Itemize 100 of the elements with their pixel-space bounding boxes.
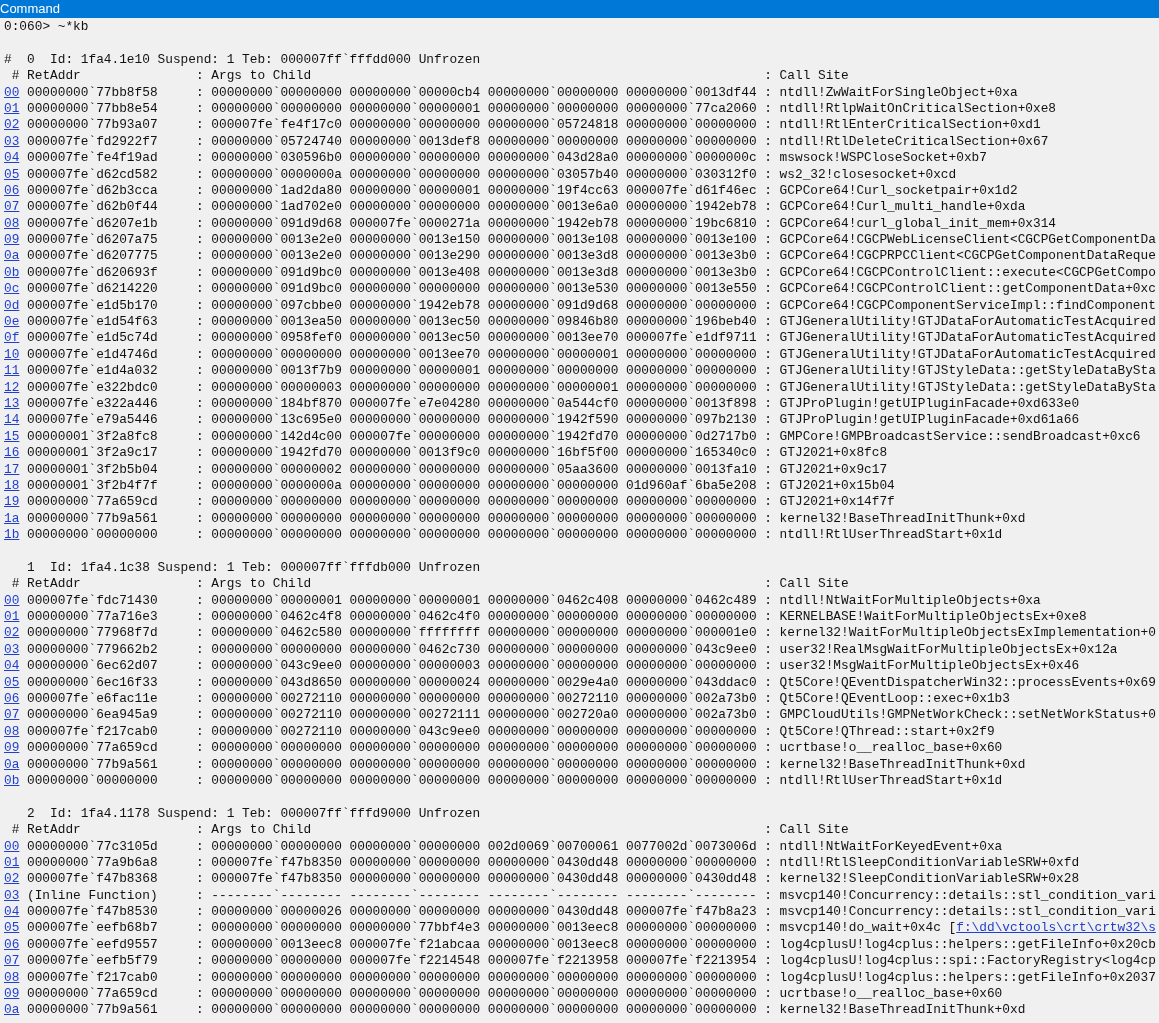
- frame-link[interactable]: 16: [4, 445, 20, 462]
- frame-link[interactable]: 04: [4, 658, 20, 675]
- frame-line: 00000000`77a659cd : 00000000`00000000 00000000`00000000 00000000`00000000 00000000`00000000 : GTJ2021+0x14f7f: [27, 494, 895, 511]
- frame-link[interactable]: 00: [4, 84, 20, 101]
- frame-line: 00000000`6ea945a9 : 00000000`00272110 00000000`00272111 00000000`002720a0 00000000`002a73b0 : GMPCloudUtils!GMPNetWorkCheck::setNetWorkStatus+0: [27, 707, 1156, 724]
- frame-link[interactable]: 01: [4, 100, 20, 118]
- source-link[interactable]: f:\dd\vctools\crt\crtw32\s: [956, 920, 1156, 937]
- frame-link[interactable]: 0a: [4, 756, 20, 773]
- frame-link[interactable]: 15: [4, 428, 20, 446]
- frame-link[interactable]: 14: [4, 412, 20, 429]
- frame-line: 000007fe`d62b0f44 : 00000000`1ad702e0 00000000`00000000 00000000`0013e6a0 00000000`1942eb78 : GCPCore64!Curl_multi_handle+0xda: [27, 199, 1026, 216]
- frame-link[interactable]: 00: [4, 592, 20, 610]
- frame-line: 000007fe`d6207e1b : 00000000`091d9d68 000007fe`0000271a 00000000`1942eb78 00000000`19bc6810 : GCPCore64!curl_global_init_mem+0x314: [27, 215, 1057, 233]
- frame-link[interactable]: 05: [4, 674, 20, 691]
- frame-line: 00000001`3f2a8fc8 : 00000000`142d4c00 000007fe`00000000 00000000`1942fd70 00000000`0d2717b0 : GMPCore!GMPBroadcastService::sendBroadcast+0xc6: [27, 428, 1141, 446]
- frame-link[interactable]: 10: [4, 346, 20, 364]
- frame-line: 00000000`00000000 : 00000000`00000000 00000000`00000000 00000000`00000000 00000000`00000000 : ntdll!RtlUserThreadStart+0x1d: [27, 772, 1003, 790]
- frame-link[interactable]: 00: [4, 838, 20, 855]
- frame-line: 000007fe`fe4f19ad : 00000000`030596b0 00000000`00000000 00000000`043d28a0 00000000`0000000c : mswsock!WSPCloseSocket+0xb7: [27, 150, 987, 167]
- frame-line: 000007fe`d62b3cca : 00000000`1ad2da80 00000000`00000001 00000000`19f4cc63 000007fe`d61f46ec : GCPCore64!Curl_socketpair+0x1d2: [27, 182, 1018, 200]
- frame-line: 00000000`77968f7d : 00000000`0462c580 00000000`ffffffff 00000000`00000000 00000000`000001e0 : kernel32!WaitForMultipleObjectsExImplementation+0: [27, 625, 1156, 642]
- frame-link[interactable]: 02: [4, 871, 20, 888]
- frame-line: 000007fe`e79a5446 : 00000000`13c695e0 00000000`00000000 00000000`1942f590 00000000`097b2130 : GTJProPlugin!getUIPluginFacade+0xd61a66: [27, 412, 1080, 429]
- frame-link[interactable]: 12: [4, 379, 20, 396]
- frame-line: 00000000`77bb8f58 : 00000000`00000000 00000000`00000cb4 00000000`00000000 00000000`0013df44 : ntdll!ZwWaitForSingleObject+0xa: [27, 84, 1018, 101]
- frame-link[interactable]: 11: [4, 363, 20, 380]
- frame-link[interactable]: 02: [4, 625, 20, 642]
- frame-line: 00000000`77b93a07 : 000007fe`fe4f17c0 00000000`00000000 00000000`05724818 00000000`00000000 : ntdll!RtlEnterCriticalSection+0xd1: [27, 117, 1041, 134]
- frame-link[interactable]: 08: [4, 215, 20, 233]
- frame-link[interactable]: 01: [4, 854, 20, 872]
- frame-link[interactable]: 04: [4, 904, 20, 921]
- frame-link[interactable]: 0f: [4, 330, 20, 347]
- frame-line: 000007fe`e1d5c74d : 00000000`0958fef0 00000000`0013ec50 00000000`0013ee70 000007fe`e1df9711 : GTJGeneralUtility!GTJDataForAutomaticTestAcquired: [27, 330, 1156, 347]
- frame-link[interactable]: 08: [4, 723, 20, 741]
- frame-link[interactable]: 09: [4, 986, 20, 1003]
- frame-link[interactable]: 1a: [4, 510, 20, 528]
- thread-header: 1 Id: 1fa4.1c38 Suspend: 1 Teb: 000007ff`fffdb000 Unfrozen: [27, 559, 481, 577]
- frame-link[interactable]: 04: [4, 150, 20, 167]
- frame-link[interactable]: 0e: [4, 314, 20, 331]
- frame-line: 000007fe`fd2922f7 : 00000000`05724740 00000000`0013def8 00000000`00000000 00000000`00000000 : ntdll!RtlDeleteCriticalSection+0x67: [27, 133, 1049, 151]
- frame-line: 00000000`77b9a561 : 00000000`00000000 00000000`00000000 00000000`00000000 00000000`00000000 : kernel32!BaseThreadInitThunk+0xd: [27, 510, 1026, 528]
- frame-link[interactable]: 0a: [4, 1002, 20, 1019]
- frame-link[interactable]: 0a: [4, 248, 20, 265]
- frame-line: 000007fe`d62cd582 : 00000000`0000000a 00000000`00000000 00000000`03057b40 00000000`030312f0 : ws2_32!closesocket+0xcd: [27, 166, 957, 183]
- frame-link[interactable]: 19: [4, 494, 20, 511]
- frame-link[interactable]: 03: [4, 133, 20, 151]
- frame-line: 000007fe`e1d5b170 : 00000000`097cbbe0 00000000`1942eb78 00000000`091d9d68 00000000`00000000 : GCPCore64!CGCPComponentServiceImpl::findComponent: [27, 297, 1156, 315]
- frame-line: 000007fe`e1d4a032 : 00000000`0013f7b9 00000000`00000001 00000000`00000000 00000000`00000000 : GTJGeneralUtility!GTJStyleData::getStyleDataBySta: [27, 363, 1156, 380]
- frame-line: (Inline Function) : --------`-------- --------`-------- --------`-------- --------`-------- : msvcp140!Concurrency::details::stl_condition_vari: [27, 887, 1156, 905]
- frame-link[interactable]: 0c: [4, 281, 20, 298]
- frame-line: 00000000`77c3105d : 00000000`00000000 00000000`00000000 002d0069`00700061 0077002d`0073006d : ntdll!NtWaitForKeyedEvent+0xa: [27, 838, 1003, 855]
- frame-line: 00000001`3f2b4f7f : 00000000`0000000a 00000000`00000000 00000000`00000000 01d960af`6ba5e208 : GTJ2021+0x15b04: [27, 477, 895, 495]
- column-header: # RetAddr: [11, 822, 82, 839]
- frame-line: 000007fe`eefb5f79 : 00000000`00000000 000007fe`f2214548 000007fe`f2213958 000007fe`f2213954 : log4cplusU!log4cplus::spi::FactoryRegistry<log4cp: [27, 953, 1156, 970]
- frame-link[interactable]: 07: [4, 707, 20, 724]
- thread-header: 0 Id: 1fa4.1e10 Suspend: 1 Teb: 000007ff`fffdd000 Unfrozen: [27, 51, 481, 69]
- column-header: : Call Site: [764, 822, 849, 839]
- column-header: : Args to Child: [195, 576, 313, 593]
- frame-line: 000007fe`f47b8368 : 000007fe`f47b8350 00000000`00000000 00000000`0430dd48 00000000`0430dd48 : kernel32!SleepConditionVariableSRW+0x28: [27, 871, 1080, 888]
- frame-line: 00000000`77a659cd : 00000000`00000000 00000000`00000000 00000000`00000000 00000000`00000000 : ucrtbase!o__realloc_base+0x60: [27, 740, 1003, 757]
- frame-link[interactable]: 0b: [4, 772, 20, 790]
- frame-link[interactable]: 03: [4, 887, 20, 905]
- column-header: # RetAddr: [11, 68, 82, 85]
- frame-line: 00000000`77a9b6a8 : 000007fe`f47b8350 00000000`00000000 00000000`0430dd48 00000000`00000000 : ntdll!RtlSleepConditionVariableSRW+0xfd: [27, 854, 1080, 872]
- frame-link[interactable]: 17: [4, 461, 20, 478]
- frame-line: 000007fe`d620693f : 00000000`091d9bc0 00000000`0013e408 00000000`0013e3d8 00000000`0013e3b0 : GCPCore64!CGCPControlClient::execute<CGCPGetCompo: [27, 264, 1156, 282]
- frame-line: 00000000`77a716e3 : 00000000`0462c4f8 00000000`0462c4f0 00000000`00000000 00000000`00000000 : KERNELBASE!WaitForMultipleObjectsEx+0xe8: [27, 609, 1087, 626]
- frame-link[interactable]: 13: [4, 396, 20, 413]
- column-header: # RetAddr: [11, 576, 82, 593]
- frame-link[interactable]: 07: [4, 199, 20, 216]
- frame-line: 00000001`3f2b5b04 : 00000000`00000002 00000000`00000000 00000000`05aa3600 00000000`0013fa10 : GTJ2021+0x9c17: [27, 461, 888, 478]
- frame-link[interactable]: 09: [4, 740, 20, 757]
- frame-link[interactable]: 09: [4, 232, 20, 249]
- frame-line: 00000000`77b9a561 : 00000000`00000000 00000000`00000000 00000000`00000000 00000000`00000000 : kernel32!BaseThreadInitThunk+0xd: [27, 1002, 1026, 1019]
- frame-line: 000007fe`fdc71430 : 00000000`00000001 00000000`00000001 00000000`0462c408 00000000`0462c489 : ntdll!NtWaitForMultipleObjects+0xa: [27, 592, 1041, 610]
- frame-link[interactable]: 0b: [4, 264, 20, 282]
- frame-link[interactable]: 01: [4, 609, 20, 626]
- frame-link[interactable]: 06: [4, 182, 20, 200]
- frame-link[interactable]: 06: [4, 691, 20, 708]
- frame-link[interactable]: 08: [4, 969, 20, 987]
- frame-line: 00000000`77b9a561 : 00000000`00000000 00000000`00000000 00000000`00000000 00000000`00000000 : kernel32!BaseThreadInitThunk+0xd: [27, 756, 1026, 773]
- frame-link[interactable]: 05: [4, 920, 20, 937]
- frame-link[interactable]: 18: [4, 477, 20, 495]
- frame-link[interactable]: 1b: [4, 527, 20, 544]
- frame-link[interactable]: 07: [4, 953, 20, 970]
- frame-line: 000007fe`e322a446 : 00000000`184bf870 000007fe`e7e04280 00000000`0a544cf0 00000000`0013f898 : GTJProPlugin!getUIPluginFacade+0xd633e0: [27, 396, 1080, 413]
- frame-line: 00000000`6ec16f33 : 00000000`043d8650 00000000`00000024 00000000`0029e4a0 00000000`043ddac0 : Qt5Core!QEventDispatcherWin32::processEvents+0x69: [27, 674, 1156, 691]
- frame-link[interactable]: 02: [4, 117, 20, 134]
- frame-line: 000007fe`f217cab0 : 00000000`00000000 00000000`00000000 00000000`00000000 00000000`00000000 : log4cplusU!log4cplus::helpers::getFileInfo+0x2037: [27, 969, 1156, 987]
- frame-line: 000007fe`e322bdc0 : 00000000`00000003 00000000`00000000 00000000`00000001 00000000`00000000 : GTJGeneralUtility!GTJStyleData::getStyleDataBySta: [27, 379, 1156, 396]
- frame-line: 000007fe`e1d4746d : 00000000`00000000 00000000`0013ee70 00000000`00000001 00000000`00000000 : GTJGeneralUtility!GTJDataForAutomaticTestAcquired: [27, 346, 1156, 364]
- frame-line: 00000000`77bb8e54 : 00000000`00000000 00000000`00000001 00000000`00000000 00000000`77ca2060 : ntdll!RtlpWaitOnCriticalSection+0xe8: [27, 100, 1057, 118]
- frame-link[interactable]: 06: [4, 936, 20, 954]
- column-header: : Call Site: [764, 68, 849, 85]
- frame-link[interactable]: 0d: [4, 297, 20, 315]
- frame-link[interactable]: 03: [4, 641, 20, 659]
- frame-link[interactable]: 05: [4, 166, 20, 183]
- frame-line: 000007fe`e1d54f63 : 00000000`0013ea50 00000000`0013ec50 00000000`09846b80 00000000`196beb40 : GTJGeneralUtility!GTJDataForAutomaticTestAcquired: [27, 314, 1156, 331]
- frame-line: 000007fe`eefb68b7 : 00000000`00000000 00000000`77bbf4e3 00000000`0013eec8 00000000`00000000 : msvcp140!do_wait+0x4c [: [27, 920, 957, 937]
- frame-line: 000007fe`f217cab0 : 00000000`00272110 00000000`043c9ee0 00000000`00000000 00000000`00000000 : Qt5Core!QThread::start+0x2f9: [27, 723, 995, 741]
